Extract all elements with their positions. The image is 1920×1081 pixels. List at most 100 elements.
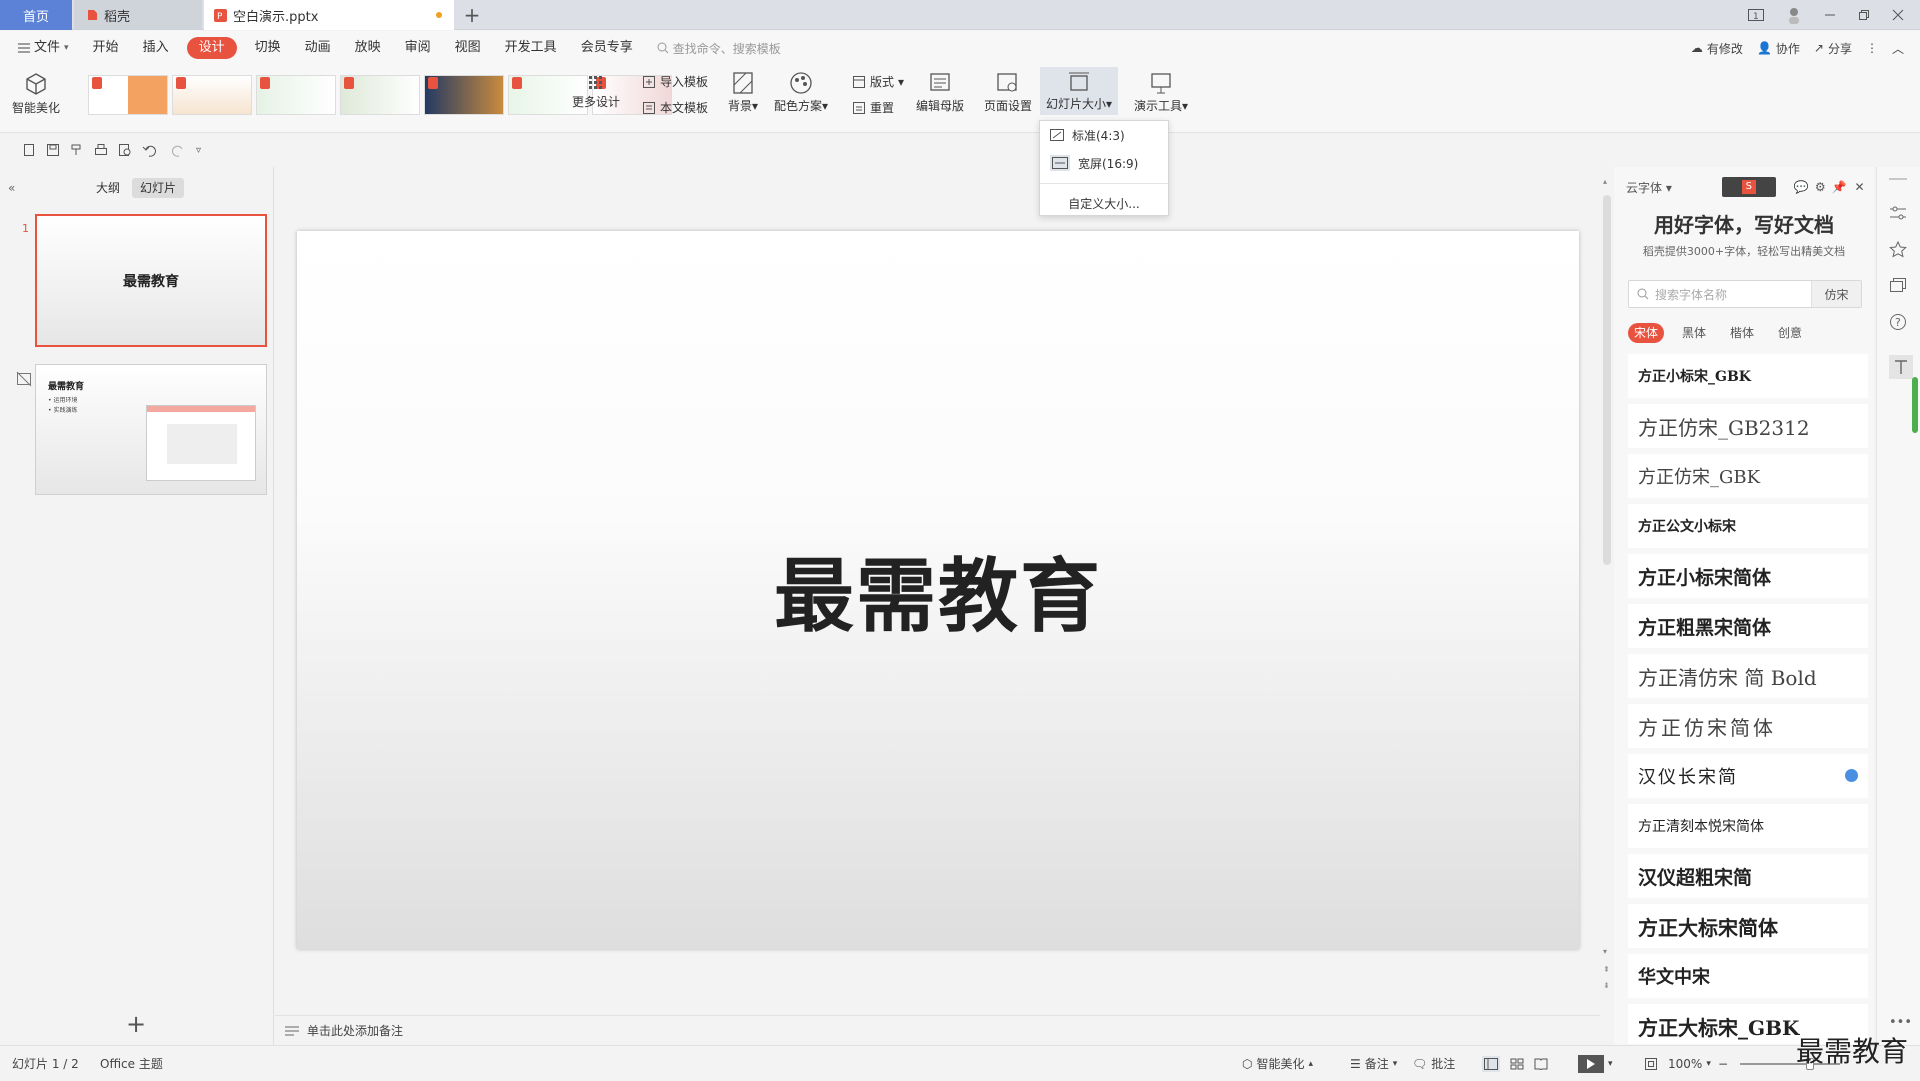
slides-copy-icon[interactable] xyxy=(1889,277,1907,293)
font-item[interactable]: 方正公文小标宋 xyxy=(1628,504,1868,548)
menu-transition[interactable]: 切换 xyxy=(243,37,293,59)
settings-gear-icon[interactable]: ⚙ xyxy=(1815,180,1826,194)
smart-beautify-status-button[interactable]: ⬡ 智能美化 ▴ xyxy=(1242,1046,1313,1081)
minimize-icon[interactable] xyxy=(1824,9,1836,21)
template-thumb[interactable] xyxy=(424,75,504,115)
font-item[interactable]: 方正仿宋_GBK xyxy=(1628,454,1868,498)
slide-size-widescreen[interactable]: 宽屏(16:9) xyxy=(1040,149,1168,177)
slide-thumbnail-1[interactable]: 最需教育 xyxy=(35,214,267,347)
strip-menu-icon[interactable] xyxy=(1889,177,1907,183)
font-item[interactable]: 方正清刻本悦宋简体 xyxy=(1628,804,1868,848)
close-icon[interactable] xyxy=(1892,9,1904,21)
fit-window-icon[interactable] xyxy=(1644,1046,1658,1081)
menu-member[interactable]: 会员专享 xyxy=(569,37,645,59)
normal-view-icon[interactable] xyxy=(1482,1055,1500,1072)
tab-slides[interactable]: 幻灯片 xyxy=(132,178,185,198)
menu-insert[interactable]: 插入 xyxy=(131,37,181,59)
template-thumb[interactable] xyxy=(88,75,168,115)
page-setup-button[interactable]: 页面设置 xyxy=(984,71,1032,114)
category-song[interactable]: 宋体 xyxy=(1628,323,1665,343)
slide-thumbnail-2[interactable]: 最需教育 • 运用环境 • 实践演练 xyxy=(35,364,267,495)
menu-home[interactable]: 开始 xyxy=(81,37,131,59)
menu-view[interactable]: 视图 xyxy=(443,37,493,59)
play-slideshow-button[interactable]: ▾ xyxy=(1578,1046,1613,1081)
hidden-slide-icon[interactable] xyxy=(16,371,32,387)
share-button[interactable]: ↗ 分享 xyxy=(1814,40,1852,57)
collapse-ribbon-icon[interactable]: ︿ xyxy=(1892,40,1904,57)
notes-toggle-button[interactable]: ☰ 备注 ▾ xyxy=(1350,1046,1397,1081)
reset-button[interactable]: 重置 xyxy=(852,99,894,116)
restore-icon[interactable] xyxy=(1858,9,1870,21)
smart-beautify-button[interactable]: 智能美化 xyxy=(12,71,60,116)
zoom-out-button[interactable]: − xyxy=(1718,1046,1728,1081)
font-item[interactable]: 华文中宋 xyxy=(1628,954,1868,998)
current-slide[interactable]: 最需教育 xyxy=(297,231,1579,949)
slide-size-custom[interactable]: 自定义大小... xyxy=(1040,190,1168,216)
font-item[interactable]: 方正大标宋简体 xyxy=(1628,904,1868,948)
template-thumb[interactable] xyxy=(340,75,420,115)
this-template-button[interactable]: 本文模板 xyxy=(642,99,708,116)
more-design-button[interactable]: 更多设计 xyxy=(572,75,620,110)
collapse-panel-icon[interactable]: « xyxy=(8,181,15,195)
prev-slide-icon[interactable]: ⇞ xyxy=(1603,965,1610,974)
close-panel-icon[interactable]: ✕ xyxy=(1855,180,1865,194)
category-creative[interactable]: 创意 xyxy=(1772,323,1808,343)
menu-file[interactable]: 文件 ▾ xyxy=(6,37,81,59)
tab-outline[interactable]: 大纲 xyxy=(88,178,128,198)
edit-master-button[interactable]: 编辑母版 xyxy=(916,71,964,114)
menu-review[interactable]: 审阅 xyxy=(393,37,443,59)
font-item[interactable]: 汉仪长宋简 xyxy=(1628,754,1868,798)
category-kai[interactable]: 楷体 xyxy=(1724,323,1760,343)
tab-home[interactable]: 首页 xyxy=(0,0,72,30)
avatar[interactable] xyxy=(1786,6,1802,24)
menu-animation[interactable]: 动画 xyxy=(293,37,343,59)
slide-size-standard[interactable]: 标准(4:3) xyxy=(1040,121,1168,149)
help-icon[interactable]: ? xyxy=(1889,313,1907,331)
font-item[interactable]: 方正清仿宋 简 Bold xyxy=(1628,654,1868,698)
next-slide-icon[interactable]: ⇟ xyxy=(1603,981,1610,990)
slide-title[interactable]: 最需教育 xyxy=(297,231,1579,949)
undo-icon[interactable] xyxy=(142,143,162,157)
slide-size-button[interactable]: 幻灯片大小▾ xyxy=(1040,67,1118,115)
theme-name[interactable]: Office 主题 xyxy=(100,1046,163,1081)
new-tab-button[interactable]: + xyxy=(456,0,488,30)
add-slide-button[interactable]: + xyxy=(126,1010,146,1038)
format-painter-icon[interactable] xyxy=(70,143,84,157)
font-panel-scroll-indicator[interactable] xyxy=(1912,377,1918,433)
new-file-icon[interactable] xyxy=(22,143,36,157)
font-item[interactable]: 汉仪超粗宋简 xyxy=(1628,854,1868,898)
font-item[interactable]: 方正仿宋_GB2312 xyxy=(1628,404,1868,448)
menu-design[interactable]: 设计 xyxy=(186,37,237,59)
background-button[interactable]: 背景▾ xyxy=(728,71,758,114)
tab-document[interactable]: P 空白演示.pptx xyxy=(204,0,454,30)
scroll-up-icon[interactable]: ▴ xyxy=(1603,177,1607,186)
present-tools-button[interactable]: 演示工具▾ xyxy=(1134,71,1188,114)
comments-toggle-button[interactable]: 🗨 批注 xyxy=(1412,1046,1455,1081)
template-thumb[interactable] xyxy=(256,75,336,115)
tab-docer[interactable]: 稻壳 xyxy=(74,0,202,30)
redo-icon[interactable] xyxy=(172,143,186,157)
layout-button[interactable]: 版式 ▾ xyxy=(852,73,904,90)
zoom-level[interactable]: 100% ▾ xyxy=(1668,1046,1711,1081)
import-template-button[interactable]: 导入模板 xyxy=(642,73,708,90)
more-menu-icon[interactable]: ⋮ xyxy=(1866,41,1878,55)
slide-sorter-icon[interactable] xyxy=(1510,1058,1524,1070)
font-item[interactable]: 方正小标宋_GBK xyxy=(1628,354,1868,398)
font-tool-icon[interactable] xyxy=(1889,355,1913,379)
font-sample-button[interactable]: 仿宋 xyxy=(1811,281,1861,307)
font-item[interactable]: 方正小标宋简体 xyxy=(1628,554,1868,598)
menu-slideshow[interactable]: 放映 xyxy=(343,37,393,59)
font-item[interactable]: 方正仿宋简体 xyxy=(1628,704,1868,748)
save-icon[interactable] xyxy=(46,143,60,157)
scrollbar-thumb[interactable] xyxy=(1603,195,1611,565)
pin-icon[interactable]: 📌 xyxy=(1832,180,1847,194)
print-preview-icon[interactable] xyxy=(118,143,132,157)
collab-button[interactable]: 👤 协作 xyxy=(1757,40,1800,57)
chat-icon[interactable]: 💬 xyxy=(1794,180,1809,194)
font-search-input[interactable]: 搜索字体名称 仿宋 xyxy=(1628,280,1862,308)
modified-button[interactable]: ☁ 有修改 xyxy=(1691,40,1743,57)
scroll-down-icon[interactable]: ▾ xyxy=(1603,947,1607,956)
vertical-scrollbar[interactable]: ▴ ▾ ⇞ ⇟ xyxy=(1601,175,1613,995)
category-hei[interactable]: 黑体 xyxy=(1676,323,1712,343)
font-item[interactable]: 方正粗黑宋简体 xyxy=(1628,604,1868,648)
